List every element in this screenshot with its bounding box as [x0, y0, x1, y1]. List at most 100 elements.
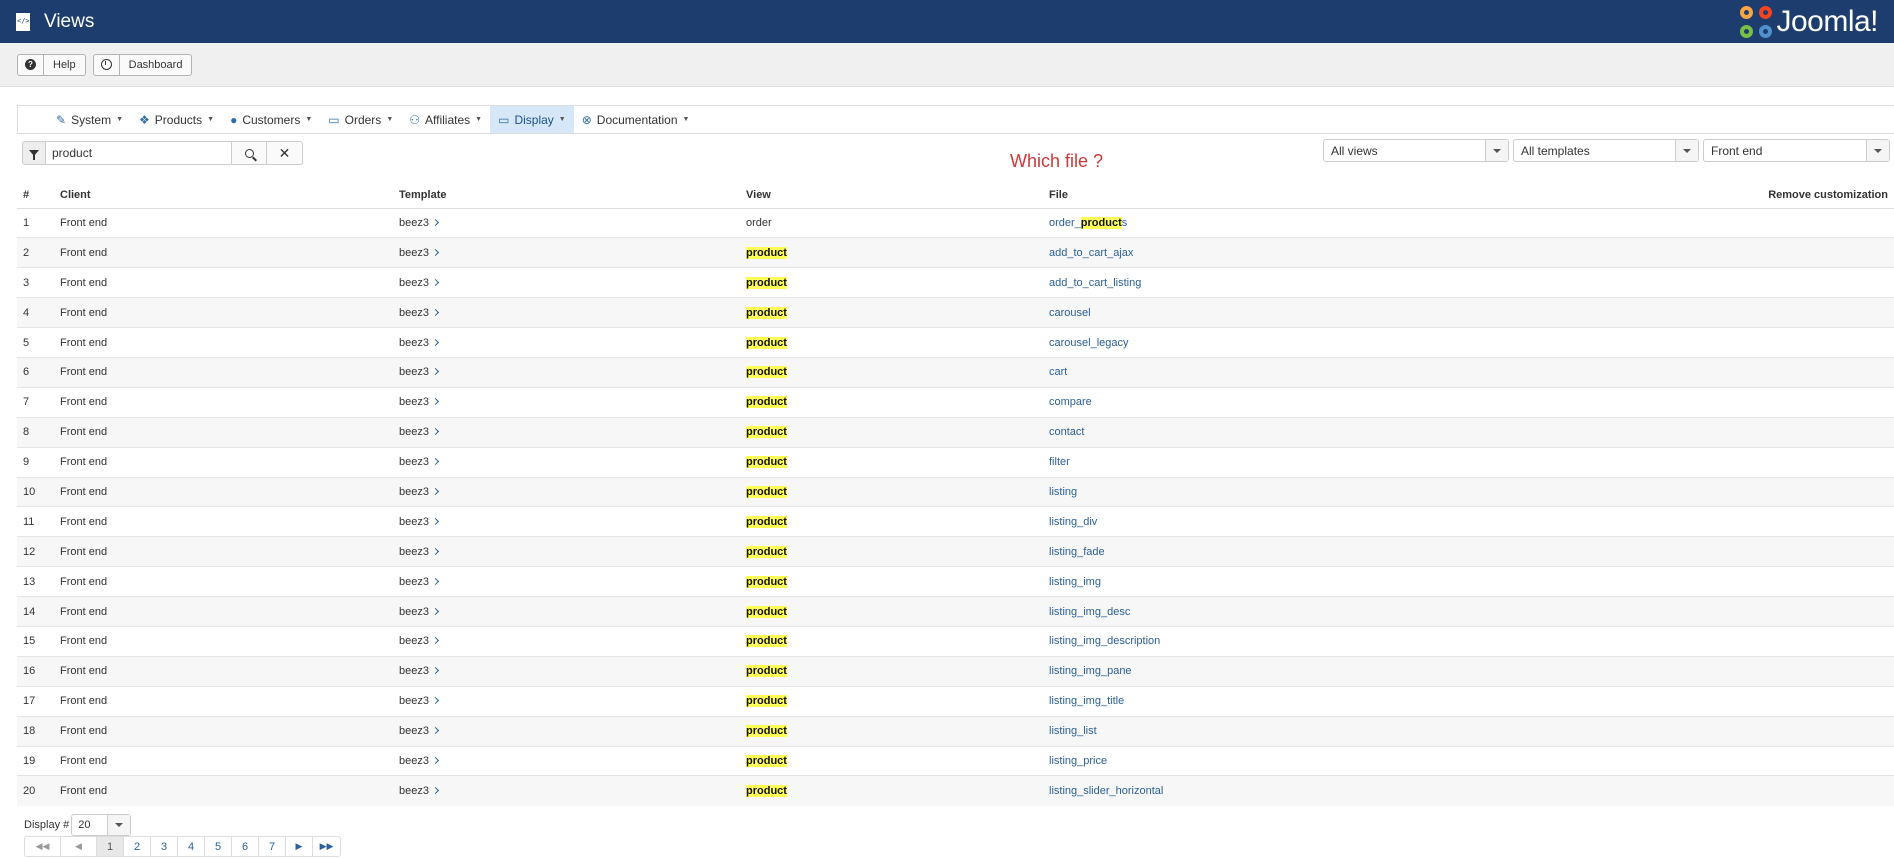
view-cell: product	[740, 386, 1043, 418]
table-row: 9 Front end beez3 product filter	[17, 446, 1894, 478]
client-cell: Front end	[54, 237, 393, 268]
view-cell: product	[740, 625, 1043, 657]
menu-orders[interactable]: ▭ Orders ▼	[320, 106, 401, 133]
template-cell[interactable]: beez3	[393, 237, 740, 268]
life-ring-icon: ⊗	[581, 112, 592, 127]
help-button[interactable]: ? Help	[17, 53, 86, 76]
view-cell: product	[740, 237, 1043, 268]
file-link[interactable]: order_products	[1043, 207, 1643, 238]
menu-display[interactable]: ▭ Display ▼	[490, 106, 574, 133]
template-cell[interactable]: beez3	[393, 536, 740, 567]
template-cell[interactable]: beez3	[393, 775, 740, 806]
client-select[interactable]: Front end	[1703, 139, 1890, 162]
file-link[interactable]: listing_img_description	[1043, 625, 1643, 657]
menu-products[interactable]: ❖ Products ▼	[131, 106, 222, 133]
template-cell[interactable]: beez3	[393, 745, 740, 776]
template-cell[interactable]: beez3	[393, 416, 740, 448]
file-link[interactable]: listing_div	[1043, 506, 1643, 537]
template-cell[interactable]: beez3	[393, 356, 740, 388]
table-row: 4 Front end beez3 product carousel	[17, 297, 1894, 328]
page-4-button[interactable]: 4	[178, 837, 205, 856]
template-cell[interactable]: beez3	[393, 625, 740, 657]
template-cell[interactable]: beez3	[393, 476, 740, 507]
file-link[interactable]: add_to_cart_ajax	[1043, 237, 1643, 268]
template-cell[interactable]: beez3	[393, 207, 740, 238]
client-cell: Front end	[54, 506, 393, 537]
filter-toggle-button[interactable]	[22, 141, 46, 165]
file-link[interactable]: filter	[1043, 446, 1643, 478]
file-link[interactable]: listing_fade	[1043, 536, 1643, 567]
template-cell[interactable]: beez3	[393, 566, 740, 597]
page-1-button[interactable]: 1	[97, 837, 124, 856]
credit-card-icon: ▭	[328, 112, 340, 127]
last-page-button[interactable]: ▶▶	[313, 837, 340, 856]
file-link[interactable]: listing	[1043, 476, 1643, 507]
users-icon: ⚇	[409, 112, 421, 127]
template-cell[interactable]: beez3	[393, 685, 740, 717]
caret-down-icon	[1493, 148, 1501, 153]
prev-page-button[interactable]: ◀	[61, 837, 97, 856]
remove-customization-cell	[1643, 715, 1894, 747]
page-6-button[interactable]: 6	[232, 837, 259, 856]
first-page-button[interactable]: ◀◀	[25, 837, 61, 856]
file-link[interactable]: listing_price	[1043, 745, 1643, 776]
col-num[interactable]: #	[17, 182, 54, 209]
menu-documentation[interactable]: ⊗ Documentation ▼	[574, 106, 698, 133]
search-icon	[244, 148, 254, 158]
display-count-select[interactable]: 20	[71, 814, 132, 836]
file-link[interactable]: carousel_legacy	[1043, 327, 1643, 358]
file-link[interactable]: listing_list	[1043, 715, 1643, 747]
brand-name: Joomla!	[1776, 4, 1878, 38]
row-number: 8	[17, 416, 54, 448]
template-cell[interactable]: beez3	[393, 715, 740, 747]
file-link[interactable]: contact	[1043, 416, 1643, 448]
template-cell[interactable]: beez3	[393, 655, 740, 687]
views-select[interactable]: All views	[1323, 139, 1509, 162]
file-link[interactable]: listing_img_pane	[1043, 655, 1643, 687]
dashboard-button[interactable]: Dashboard	[92, 53, 193, 76]
template-cell[interactable]: beez3	[393, 446, 740, 478]
remove-customization-cell	[1643, 356, 1894, 388]
view-cell: product	[740, 297, 1043, 328]
page-7-button[interactable]: 7	[259, 837, 286, 856]
joomla-logo[interactable]: Joomla!	[1740, 5, 1878, 39]
file-link[interactable]: listing_img	[1043, 566, 1643, 597]
file-link[interactable]: compare	[1043, 386, 1643, 418]
page-3-button[interactable]: 3	[151, 837, 178, 856]
file-link[interactable]: listing_slider_horizontal	[1043, 775, 1643, 806]
help-button-label: Help	[53, 58, 76, 71]
col-client[interactable]: Client	[54, 182, 393, 209]
next-page-button[interactable]: ▶	[286, 837, 313, 856]
clear-search-button[interactable]: ✕	[267, 141, 303, 165]
menu-affiliates[interactable]: ⚇ Affiliates ▼	[401, 106, 490, 133]
template-cell[interactable]: beez3	[393, 267, 740, 298]
file-link[interactable]: cart	[1043, 356, 1643, 388]
template-cell[interactable]: beez3	[393, 596, 740, 627]
client-cell: Front end	[54, 386, 393, 418]
remove-customization-cell	[1643, 446, 1894, 478]
page-2-button[interactable]: 2	[124, 837, 151, 856]
template-cell[interactable]: beez3	[393, 327, 740, 358]
template-cell[interactable]: beez3	[393, 506, 740, 537]
templates-select[interactable]: All templates	[1513, 139, 1699, 162]
caret-down-icon: ▼	[558, 116, 566, 123]
menu-customers[interactable]: ● Customers ▼	[222, 106, 320, 133]
table-row: 20 Front end beez3 product listing_slider_ho…	[17, 775, 1894, 806]
table-row: 1 Front end beez3 order order_products	[17, 207, 1894, 238]
caret-down-icon: ▼	[305, 116, 313, 123]
template-cell[interactable]: beez3	[393, 386, 740, 418]
search-button[interactable]	[232, 141, 267, 165]
template-cell[interactable]: beez3	[393, 297, 740, 328]
caret-down-icon	[1874, 148, 1882, 153]
col-view[interactable]: View	[740, 182, 1043, 209]
col-template[interactable]: Template	[393, 182, 740, 209]
col-file[interactable]: File	[1043, 182, 1643, 209]
page-5-button[interactable]: 5	[205, 837, 232, 856]
menu-system[interactable]: ✎ System ▼	[48, 106, 131, 133]
search-input[interactable]	[46, 141, 232, 165]
file-link[interactable]: listing_img_title	[1043, 685, 1643, 717]
file-link[interactable]: carousel	[1043, 297, 1643, 328]
chevron-right-icon	[431, 697, 440, 705]
file-link[interactable]: listing_img_desc	[1043, 596, 1643, 627]
file-link[interactable]: add_to_cart_listing	[1043, 267, 1643, 298]
